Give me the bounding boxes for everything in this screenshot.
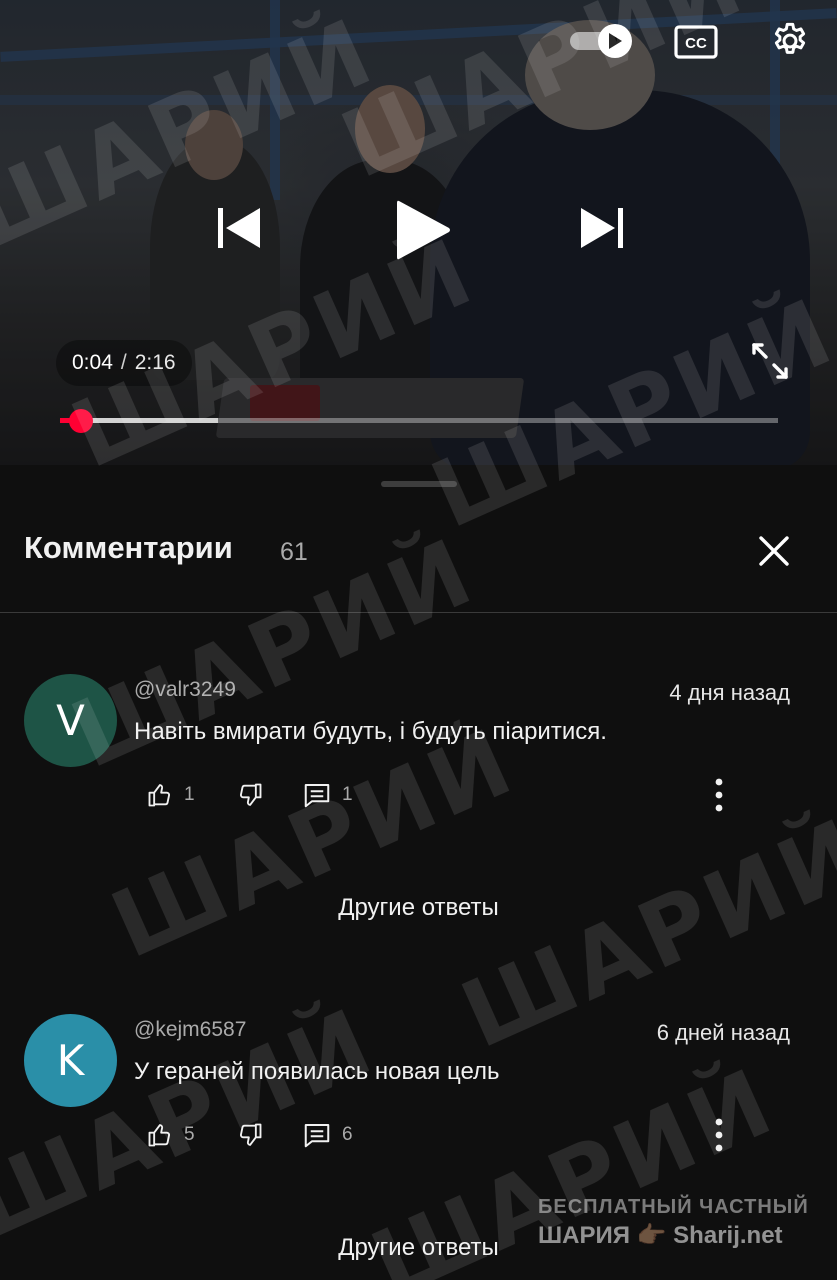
- dislike-button[interactable]: [236, 778, 264, 812]
- comment-date: 4 дня назад: [669, 680, 790, 705]
- kebab-menu-icon: [715, 1118, 723, 1152]
- progress-bar[interactable]: [60, 409, 778, 433]
- skip-next-icon: [581, 208, 623, 248]
- cc-icon: CC: [674, 25, 718, 59]
- comment-author[interactable]: @valr3249: [134, 678, 236, 702]
- play-button[interactable]: [385, 190, 461, 270]
- play-icon: [397, 200, 450, 260]
- settings-button[interactable]: [766, 17, 814, 65]
- sheet-drag-handle[interactable]: [381, 481, 457, 487]
- autoplay-toggle[interactable]: [568, 22, 636, 60]
- gear-icon: [774, 22, 806, 54]
- captions-button[interactable]: CC: [672, 22, 720, 62]
- reply-button[interactable]: 6: [302, 1118, 353, 1152]
- reply-count: 6: [342, 1124, 353, 1145]
- panel-divider: [0, 612, 837, 613]
- comment-date: 6 дней назад: [656, 1020, 790, 1045]
- next-button[interactable]: [568, 198, 636, 258]
- more-options-button[interactable]: [702, 778, 736, 812]
- svg-text:CC: CC: [685, 35, 707, 52]
- comment-author[interactable]: @kejm6587: [134, 1018, 246, 1042]
- watermark-brand-line1: БЕСПЛАТНЫЙ ЧАСТНЫЙ: [538, 1196, 809, 1218]
- more-options-button[interactable]: [702, 1118, 736, 1152]
- watermark-text: ШАРИЙ: [96, 707, 530, 980]
- reply-button[interactable]: 1: [302, 778, 353, 812]
- current-time: 0:04: [72, 351, 113, 374]
- comment-icon: [304, 1124, 330, 1148]
- autoplay-knob: [598, 24, 632, 58]
- like-count: 5: [184, 1124, 195, 1145]
- thumbs-down-icon: [239, 1123, 262, 1146]
- comments-title: Комментарии: [24, 530, 233, 565]
- fullscreen-button[interactable]: [745, 336, 795, 386]
- like-count: 1: [184, 784, 195, 805]
- like-button[interactable]: 1: [146, 778, 195, 812]
- reply-count: 1: [342, 784, 353, 805]
- kebab-menu-icon: [715, 778, 723, 812]
- more-replies-button[interactable]: Другие ответы: [0, 894, 837, 922]
- autoplay-play-icon: [609, 33, 622, 49]
- thumbs-down-icon: [239, 783, 262, 806]
- skip-previous-icon: [218, 208, 260, 248]
- scrubber-handle[interactable]: [68, 409, 93, 433]
- comment-text: Навіть вмирати будуть, і будуть піаритис…: [134, 718, 607, 745]
- time-display: 0:04 / 2:16: [56, 340, 192, 386]
- comment-text: У гераней появилась новая цель: [134, 1058, 500, 1085]
- close-icon: [759, 536, 789, 566]
- time-separator: /: [120, 351, 127, 374]
- video-player[interactable]: CC 0:04 / 2:16: [0, 0, 837, 465]
- comments-count: 61: [280, 538, 308, 566]
- like-button[interactable]: 5: [146, 1118, 195, 1152]
- fullscreen-icon: [752, 343, 788, 379]
- more-replies-button[interactable]: Другие ответы: [0, 1234, 837, 1262]
- close-button[interactable]: [750, 527, 798, 575]
- comment-actions: 1 1: [140, 778, 800, 812]
- dislike-button[interactable]: [236, 1118, 264, 1152]
- duration: 2:16: [134, 351, 176, 374]
- previous-button[interactable]: [205, 198, 273, 258]
- thumbs-up-icon: [148, 1124, 171, 1147]
- avatar[interactable]: K: [24, 1014, 117, 1107]
- comment-icon: [304, 784, 330, 808]
- comment-actions: 5 6: [140, 1118, 800, 1152]
- thumbs-up-icon: [148, 784, 171, 807]
- avatar[interactable]: V: [24, 674, 117, 767]
